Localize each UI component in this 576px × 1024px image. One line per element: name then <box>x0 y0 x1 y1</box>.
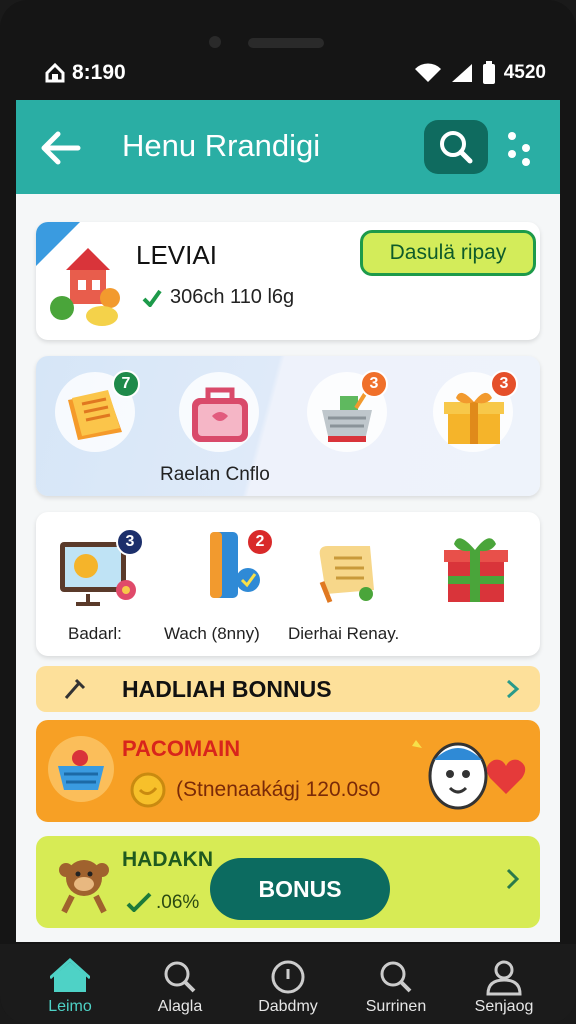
pen-icon <box>64 678 86 699</box>
search-icon <box>380 961 412 993</box>
badge: 3 <box>116 528 144 556</box>
person-icon <box>486 960 522 996</box>
present-icon <box>444 538 508 602</box>
feature-card: 3 Badarl: 2 Wach (8nny) Dierhai Renay. <box>36 512 540 656</box>
signal-icon <box>451 64 472 82</box>
home-status-icon <box>45 62 65 83</box>
green-banner-subtitle: .06% <box>156 892 200 913</box>
battery-icon <box>482 61 495 84</box>
nav-item-senjaog[interactable]: Senjaog <box>454 948 554 1020</box>
earpiece-speaker <box>248 38 324 48</box>
search-button[interactable] <box>424 120 488 174</box>
phone-frame: 8:190 4520 Henu Rrandigi LEVIAI 306ch 11… <box>0 0 576 1024</box>
bonus-button[interactable]: BONUS <box>210 858 390 920</box>
app-screen: Henu Rrandigi LEVIAI 306ch 110 l6g Dasul… <box>16 100 560 942</box>
feature-label: Wach (8nny) <box>164 624 260 643</box>
category-item[interactable]: 7 <box>50 370 140 460</box>
green-banner-title: HADAKN <box>122 848 213 871</box>
nav-item-surrinen[interactable]: Surrinen <box>346 948 446 1020</box>
nav-label: Alagla <box>157 998 203 1015</box>
bonus-banner-title: HADLIAH BONNUS <box>122 676 332 702</box>
search-icon <box>440 131 473 164</box>
wifi-icon <box>414 63 441 82</box>
nav-label: Surrinen <box>365 998 427 1015</box>
chevron-right-icon <box>507 679 520 699</box>
nav-item-leimo[interactable]: Leimo <box>20 948 120 1020</box>
battery-text: 4520 <box>503 62 546 83</box>
feature-label: Dierhai Renay. <box>288 624 400 643</box>
category-item[interactable] <box>174 370 264 460</box>
nav-label: Senjaog <box>474 998 534 1015</box>
profile-action-button[interactable]: Dasulä ripay <box>360 230 536 276</box>
clock-icon <box>271 960 305 994</box>
feature-item-wach[interactable]: 2 <box>176 524 286 614</box>
app-bar: Henu Rrandigi <box>16 100 560 194</box>
badge: 3 <box>360 370 388 398</box>
category-card: 7 3 3 Raelan Cnflo <box>36 356 540 496</box>
front-camera <box>209 36 221 48</box>
chevron-right-icon <box>506 868 520 890</box>
promo-title: PACOMAIN <box>122 736 241 761</box>
badge: 3 <box>490 370 518 398</box>
feature-item-gift[interactable] <box>428 524 538 614</box>
profile-card[interactable]: LEVIAI 306ch 110 l6g Dasulä ripay <box>36 222 540 340</box>
scroll-icon <box>319 546 374 603</box>
badge: 7 <box>112 370 140 398</box>
check-icon <box>142 289 162 307</box>
nav-item-alagla[interactable]: Alagla <box>130 948 230 1020</box>
status-right: 4520 <box>414 61 546 85</box>
feature-item-badarl[interactable]: 3 <box>50 524 160 614</box>
search-icon <box>164 961 196 993</box>
house-illustration-icon <box>50 248 120 326</box>
briefcase-icon <box>192 387 248 442</box>
feature-item-dierhai[interactable] <box>304 524 414 614</box>
bottom-nav: Leimo Alagla Dabdmy Surrinen Senjaog <box>0 944 576 1024</box>
promo-subtitle: (Stnenaakágj 120.0s0 <box>176 778 381 801</box>
monkey-icon <box>59 860 109 914</box>
more-options-icon[interactable] <box>504 128 534 168</box>
profile-subtitle-text: 306ch 110 l6g <box>170 286 295 308</box>
basket-promo-icon <box>48 736 114 802</box>
profile-title: LEVIAI <box>136 240 217 270</box>
home-icon <box>50 958 90 992</box>
back-arrow-icon[interactable] <box>38 128 82 168</box>
category-item[interactable]: 3 <box>302 370 392 460</box>
badge: 2 <box>246 528 274 556</box>
nav-item-dabdmy[interactable]: Dabdmy <box>238 948 338 1020</box>
category-item[interactable]: 3 <box>428 370 518 460</box>
status-bar: 8:190 4520 <box>16 52 560 92</box>
mascot-heart-icon <box>412 734 526 810</box>
coin-icon <box>130 772 166 808</box>
promo-banner[interactable]: PACOMAIN (Stnenaakágj 120.0s0 <box>36 720 540 822</box>
page-title: Henu Rrandigi <box>122 128 321 163</box>
feature-label: Badarl: <box>68 624 122 643</box>
nav-label: Dabdmy <box>258 998 318 1015</box>
profile-subtitle: 306ch 110 l6g <box>142 286 294 309</box>
bonus-banner[interactable]: HADLIAH BONNUS <box>36 666 540 712</box>
status-time: 8:190 <box>44 61 126 85</box>
category-label: Raelan Cnflo <box>160 464 270 485</box>
check-trend-icon <box>126 892 152 912</box>
time-text: 8:190 <box>72 61 126 84</box>
nav-label: Leimo <box>48 998 92 1015</box>
